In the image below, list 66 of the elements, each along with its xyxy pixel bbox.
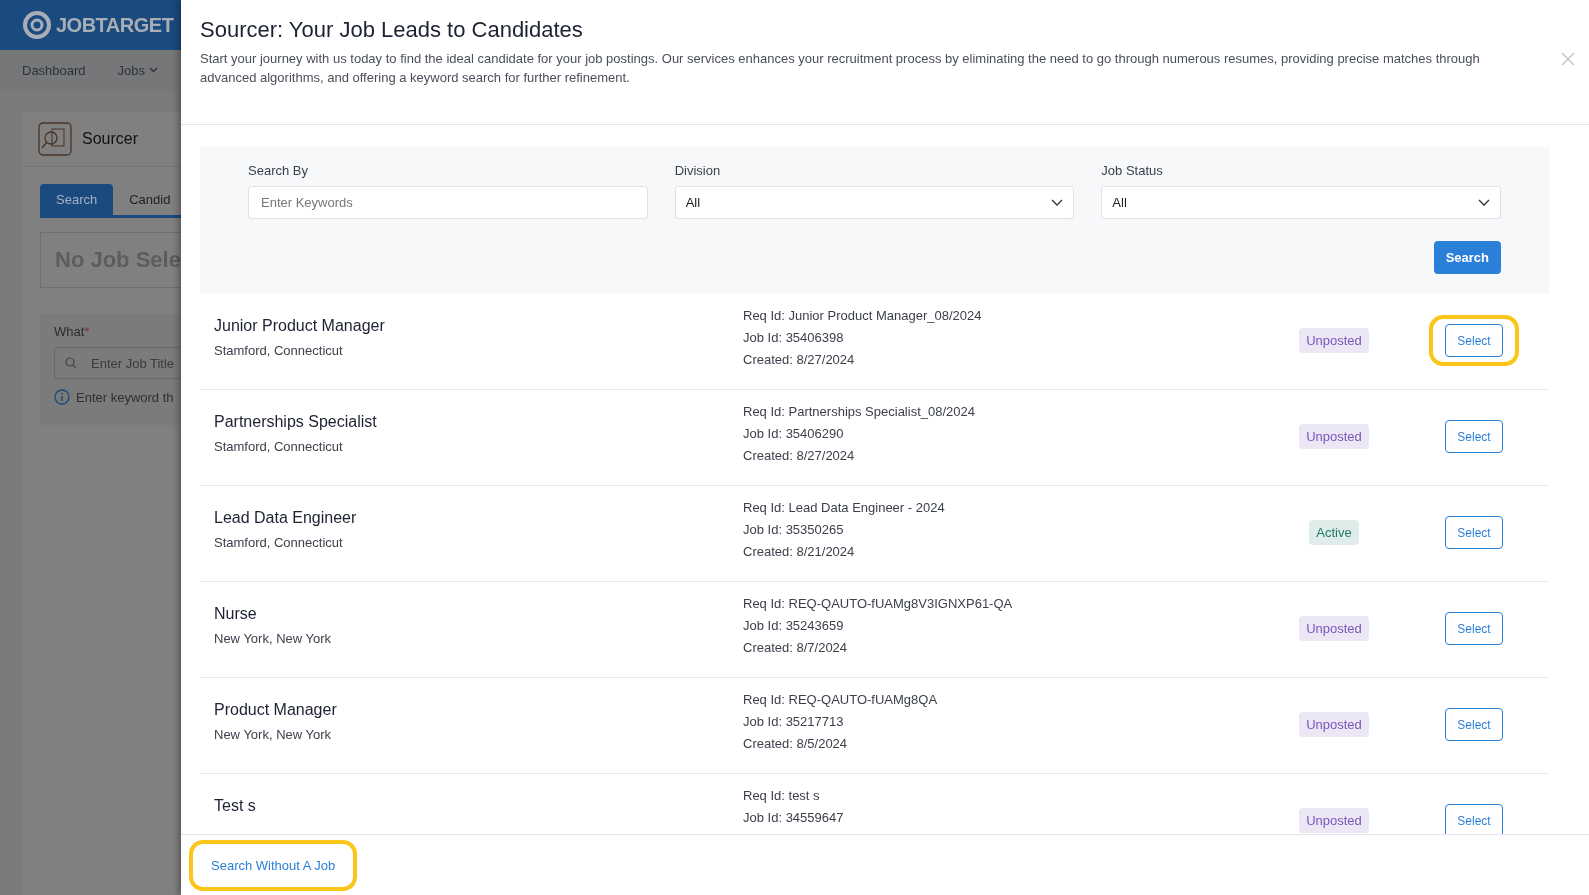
modal-title: Sourcer: Your Job Leads to Candidates — [200, 17, 584, 43]
job-id: Job Id: 35406398 — [743, 330, 845, 345]
nav-item[interactable]: Jobs — [117, 62, 159, 78]
field-label: Division — [674, 163, 722, 178]
job-location: New York, New York — [214, 631, 333, 646]
search-without-job-link[interactable]: Search Without A Job — [211, 853, 336, 877]
job-title: Partnerships Specialist — [214, 413, 378, 431]
job-title: Junior Product Manager — [214, 317, 386, 335]
status-badge: Unposted — [1299, 808, 1369, 833]
created-date: Created: 8/7/2024 — [743, 640, 849, 655]
select-button[interactable]: Select — [1445, 612, 1503, 645]
status-badge: Unposted — [1299, 328, 1369, 353]
dropdown[interactable]: All — [1101, 186, 1501, 219]
job-title: Lead Data Engineer — [214, 509, 358, 527]
modal-description: Start your journey with us today to find the ideal candidate for your job postings. Our services enhances your recruitment process by eliminating the need to go through numerous resumes, providing precise matches through advanced algorithms, and offering a keyword search for further refinement. — [200, 50, 1481, 87]
req-id: Req Id: REQ-QAUTO-fUAMg8V3IGNXP61-QA — [743, 596, 1014, 611]
job-id: Job Id: 34559647 — [743, 810, 845, 825]
req-id: Req Id: test s — [743, 788, 821, 803]
job-id: Job Id: 35217713 — [743, 714, 845, 729]
select-button[interactable]: Select — [1445, 708, 1503, 741]
nav-item[interactable]: Dashboard — [22, 62, 86, 78]
req-id: Req Id: Partnerships Specialist_08/2024 — [743, 404, 976, 419]
job-title-input[interactable]: Enter Job Title — [54, 347, 181, 379]
hint-text: Enter keyword th — [76, 389, 174, 405]
info-icon — [54, 389, 70, 405]
status-badge: Unposted — [1299, 616, 1369, 641]
req-id: Req Id: REQ-QAUTO-fUAMg8QA — [743, 692, 939, 707]
select-button[interactable]: Select — [1445, 420, 1503, 453]
job-location: New York, New York — [214, 727, 333, 742]
logo-text: JOBTARGET — [56, 13, 174, 37]
chevron-down-icon — [1478, 199, 1490, 206]
dropdown[interactable]: All — [674, 186, 1075, 219]
search-button[interactable]: Search — [1433, 241, 1501, 274]
tab[interactable]: Search — [40, 184, 114, 215]
req-id: Req Id: Junior Product Manager_08/2024 — [743, 308, 983, 323]
job-location: Stamford, Connecticut — [214, 343, 344, 358]
select-button[interactable]: Select — [1445, 804, 1503, 834]
field-label: What* — [54, 324, 90, 339]
job-title: Product Manager — [214, 701, 338, 719]
close-icon[interactable] — [1561, 52, 1575, 66]
magnifier-document-icon — [38, 122, 72, 156]
chevron-down-icon — [1051, 199, 1064, 206]
tab[interactable]: Candid — [113, 184, 181, 215]
status-badge: Unposted — [1299, 712, 1369, 737]
search-icon — [65, 357, 77, 369]
created-date: Created: 8/27/2024 — [743, 352, 856, 367]
job-location: Stamford, Connecticut — [214, 535, 344, 550]
card-title: Sourcer — [82, 130, 139, 148]
created-date: Created: 8/27/2024 — [743, 448, 856, 463]
select-button[interactable]: Select — [1445, 516, 1503, 549]
field-label: Search By — [248, 163, 309, 178]
status-badge: Active — [1309, 520, 1359, 545]
req-id: Req Id: Lead Data Engineer - 2024 — [743, 500, 946, 515]
job-title: Nurse — [214, 605, 258, 623]
keyword-input[interactable]: Enter Keywords — [248, 186, 648, 219]
job-id: Job Id: 35406290 — [743, 426, 845, 441]
created-date: Created: 8/5/2024 — [743, 736, 849, 751]
job-id: Job Id: 35350265 — [743, 522, 845, 537]
field-label: Job Status — [1101, 163, 1164, 178]
select-button[interactable]: Select — [1445, 324, 1503, 357]
job-title: Test s — [214, 797, 257, 815]
created-date: Created: 8/21/2024 — [743, 544, 856, 559]
target-logo-icon — [22, 10, 52, 40]
status-badge: Unposted — [1299, 424, 1369, 449]
job-location: Stamford, Connecticut — [214, 439, 344, 454]
job-id: Job Id: 35243659 — [743, 618, 845, 633]
